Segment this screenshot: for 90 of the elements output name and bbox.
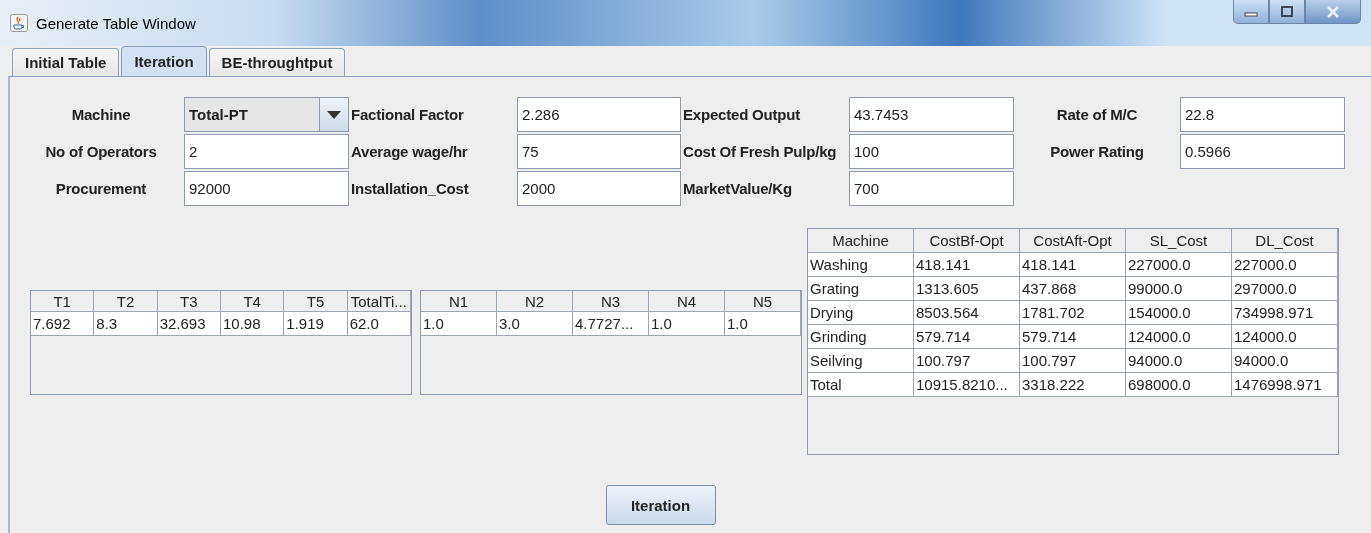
window-title: Generate Table Window	[36, 14, 196, 32]
coffee-cup-icon	[10, 14, 28, 32]
column-header[interactable]: T3	[157, 291, 221, 312]
input-field[interactable]: 100	[849, 134, 1014, 169]
column-header[interactable]: N1	[421, 291, 497, 312]
table-cell: 124000.0	[1126, 325, 1232, 349]
tab[interactable]: BE-throughtput	[208, 48, 346, 76]
table-cell: 154000.0	[1126, 301, 1232, 325]
table-cell: 579.714	[914, 325, 1020, 349]
table-cell: Grinding	[808, 325, 914, 349]
table-cell: 297000.0	[1232, 277, 1338, 301]
table-cell: 227000.0	[1232, 253, 1338, 277]
maximize-icon	[1280, 5, 1294, 18]
table-cell: Seilving	[808, 349, 914, 373]
column-header[interactable]: N4	[649, 291, 725, 312]
table-cell: 32.693	[157, 312, 221, 336]
table-cell: 94000.0	[1232, 349, 1338, 373]
column-header[interactable]: N2	[497, 291, 573, 312]
field-label: Rate of M/C	[1055, 106, 1139, 123]
table-cell: 10915.8210...	[914, 373, 1020, 397]
column-header[interactable]: DL_Cost	[1232, 229, 1338, 253]
table-cell: 3.0	[497, 312, 573, 336]
table-cell: 698000.0	[1126, 373, 1232, 397]
tab[interactable]: Initial Table	[12, 48, 120, 76]
table-cell: 418.141	[914, 253, 1020, 277]
close-button[interactable]	[1305, 0, 1361, 24]
table-cell: 1.0	[649, 312, 725, 336]
table-cell: 94000.0	[1126, 349, 1232, 373]
iteration-button[interactable]: Iteration	[605, 485, 716, 525]
table-cell: 8.3	[94, 312, 158, 336]
field-label: Cost Of Fresh Pulp/kg	[683, 143, 838, 160]
table-cell: 4.7727...	[573, 312, 649, 336]
table-cell: Total	[808, 373, 914, 397]
column-header[interactable]: T1	[31, 291, 95, 312]
field-label: No of Operators	[44, 143, 158, 160]
column-header[interactable]: TotalTi...	[347, 291, 411, 312]
table-cell: 100.797	[914, 349, 1020, 373]
input-field[interactable]: 700	[849, 171, 1014, 206]
column-header[interactable]: SL_Cost	[1126, 229, 1232, 253]
table-cell: Drying	[808, 301, 914, 325]
tab[interactable]: Iteration	[121, 46, 207, 76]
column-header[interactable]: CostBf-Opt	[914, 229, 1020, 253]
column-header[interactable]: Machine	[808, 229, 914, 253]
column-header[interactable]: T2	[94, 291, 158, 312]
table-cell: 99000.0	[1126, 277, 1232, 301]
table-cell: 437.868	[1020, 277, 1126, 301]
table-cell: 62.0	[347, 312, 411, 336]
field-label: Factional Factor	[351, 106, 465, 123]
table-cell: 100.797	[1020, 349, 1126, 373]
field-label: Procurement	[54, 180, 148, 197]
table-cell: 227000.0	[1126, 253, 1232, 277]
column-header[interactable]: T5	[284, 291, 348, 312]
input-field[interactable]: 43.7453	[849, 97, 1014, 132]
field-label: Installation_Cost	[351, 180, 470, 197]
input-field[interactable]: 0.5966	[1180, 134, 1345, 169]
table-cell: 1.919	[284, 312, 348, 336]
field-label: MarketValue/Kg	[683, 180, 793, 197]
close-icon	[1326, 5, 1340, 18]
column-header[interactable]: N5	[725, 291, 801, 312]
column-header[interactable]: CostAft-Opt	[1020, 229, 1126, 253]
input-field[interactable]: 2000	[517, 171, 681, 206]
field-label: Expected Output	[683, 106, 801, 123]
table-cell: 8503.564	[914, 301, 1020, 325]
caret-icon	[327, 110, 341, 119]
table-cell: 1781.702	[1020, 301, 1126, 325]
table-cell: 1.0	[725, 312, 801, 336]
table-cell: Washing	[808, 253, 914, 277]
table-cell: 418.141	[1020, 253, 1126, 277]
table-cell: Grating	[808, 277, 914, 301]
table-cell: 10.98	[221, 312, 285, 336]
table-cell: 3318.222	[1020, 373, 1126, 397]
input-field[interactable]: 2	[184, 134, 349, 169]
table-cell: 7.692	[31, 312, 95, 336]
machine-dropdown[interactable]: Total-PT	[184, 97, 349, 132]
input-field[interactable]: 75	[517, 134, 681, 169]
input-field[interactable]: 92000	[184, 171, 349, 206]
field-label: Average wage/hr	[351, 143, 469, 160]
field-label: Machine	[70, 106, 132, 123]
table-cell: 1476998.971	[1232, 373, 1338, 397]
table-cell: 1313.605	[914, 277, 1020, 301]
input-field[interactable]: 22.8	[1180, 97, 1345, 132]
column-header[interactable]: T4	[221, 291, 285, 312]
table-cell: 124000.0	[1232, 325, 1338, 349]
table-cell: 579.714	[1020, 325, 1126, 349]
input-field[interactable]: 2.286	[517, 97, 681, 132]
column-header[interactable]: N3	[573, 291, 649, 312]
table-cell: 734998.971	[1232, 301, 1338, 325]
table-cell: 1.0	[421, 312, 497, 336]
field-label: Power Rating	[1049, 143, 1145, 160]
maximize-button[interactable]	[1269, 0, 1305, 24]
